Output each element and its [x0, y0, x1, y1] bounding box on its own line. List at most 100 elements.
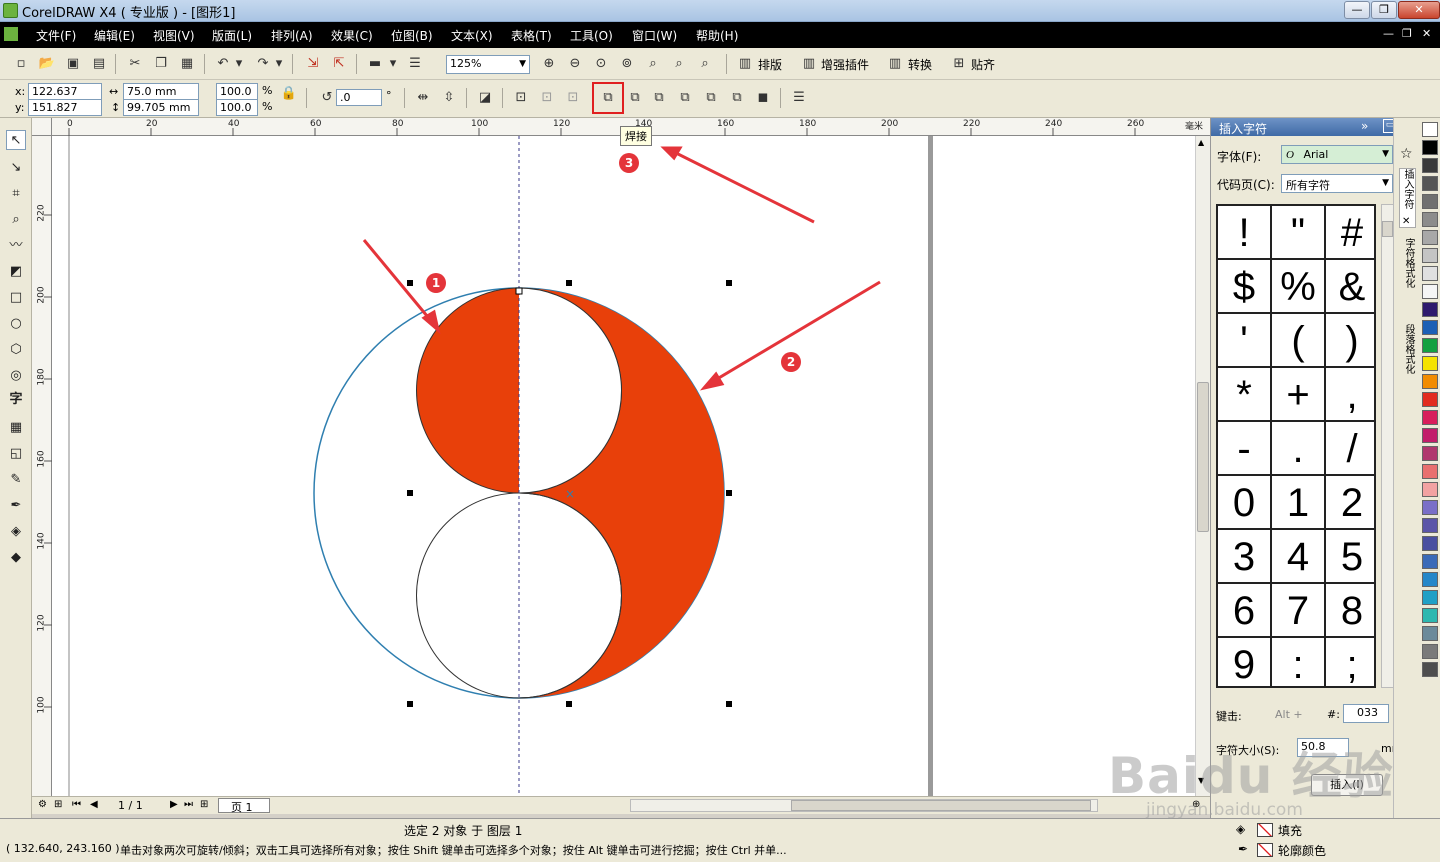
save-icon[interactable]: ▣ [64, 55, 82, 73]
group-icon[interactable]: ◪ [476, 89, 494, 107]
palette-swatch[interactable] [1422, 338, 1438, 353]
glyph-cell[interactable]: * [1218, 368, 1272, 422]
glyph-cell[interactable]: ; [1326, 638, 1374, 686]
zoom-height-icon[interactable]: ⌕ [696, 55, 714, 73]
layout-plugin-button[interactable]: 排版 [758, 56, 782, 73]
interactive-blend-icon[interactable]: ◱ [6, 444, 26, 464]
add-page-after-icon[interactable]: ⊞ [200, 799, 208, 810]
vertical-scrollbar[interactable]: ▲ ▼ [1195, 136, 1210, 796]
palette-swatch[interactable] [1422, 302, 1438, 317]
palette-swatch[interactable] [1422, 500, 1438, 515]
application-launcher-icon[interactable]: ▬ [366, 55, 384, 73]
palette-swatch[interactable] [1422, 194, 1438, 209]
glyph-cell[interactable]: & [1326, 260, 1374, 314]
object-width-field[interactable]: 75.0 mm [123, 83, 199, 100]
horizontal-scroll-thumb[interactable] [791, 800, 1091, 811]
palette-swatch[interactable] [1422, 230, 1438, 245]
glyph-cell[interactable]: ( [1272, 314, 1326, 368]
palette-swatch[interactable] [1422, 266, 1438, 281]
menu-window[interactable]: 窗口(W) [632, 27, 677, 44]
palette-swatch[interactable] [1422, 662, 1438, 677]
open-folder-icon[interactable]: 📂 [38, 55, 56, 73]
palette-swatch[interactable] [1422, 392, 1438, 407]
polygon-tool-icon[interactable]: ⬡ [6, 340, 26, 360]
rectangle-tool-icon[interactable]: □ [6, 288, 26, 308]
ruler-origin[interactable] [32, 118, 52, 136]
convert-plugin-button[interactable]: 转换 [908, 56, 932, 73]
last-page-icon[interactable]: ⏭ [184, 799, 193, 810]
glyph-cell[interactable]: - [1218, 422, 1272, 476]
palette-swatch[interactable] [1422, 518, 1438, 533]
palette-swatch[interactable] [1422, 320, 1438, 335]
zoom-tool-icon[interactable]: ⌕ [6, 210, 26, 230]
undo-icon[interactable]: ↶ [214, 55, 232, 73]
palette-swatch[interactable] [1422, 464, 1438, 479]
enhance-plugin-icon[interactable]: ▥ [800, 55, 818, 73]
zoom-selected-icon[interactable]: ⊙ [592, 55, 610, 73]
launcher-dropdown-icon[interactable]: ▾ [388, 55, 398, 73]
shape-tool-icon[interactable]: ↘ [6, 158, 26, 178]
break-apart-icon[interactable]: ⊡ [538, 89, 556, 107]
print-icon[interactable]: ▤ [90, 55, 108, 73]
next-page-icon[interactable]: ▶ [170, 799, 178, 810]
zoom-in-icon[interactable]: ⊕ [540, 55, 558, 73]
ellipse-tool-icon[interactable]: ○ [6, 314, 26, 334]
menu-help[interactable]: 帮助(H) [696, 27, 738, 44]
mdi-close-button[interactable]: ✕ [1422, 27, 1431, 40]
glyph-cell[interactable]: ) [1326, 314, 1374, 368]
combine-icon[interactable]: ⊡ [512, 89, 530, 107]
palette-swatch[interactable] [1422, 536, 1438, 551]
weld-button[interactable]: ⧉ [592, 82, 624, 114]
add-page-icon[interactable]: ⊞ [54, 799, 62, 810]
basic-shapes-icon[interactable]: ◎ [6, 366, 26, 386]
glyph-cell[interactable]: 3 [1218, 530, 1272, 584]
palette-swatch[interactable] [1422, 482, 1438, 497]
document-icon[interactable] [4, 27, 18, 41]
close-button[interactable]: ✕ [1398, 1, 1440, 19]
minimize-button[interactable]: — [1344, 1, 1370, 19]
zoom-width-icon[interactable]: ⌕ [670, 55, 688, 73]
tab-close-icon[interactable]: ✕ [1402, 216, 1410, 227]
docker-tab-character-formatting[interactable]: 字符格式化 [1399, 238, 1416, 318]
redo-dropdown-icon[interactable]: ▾ [274, 55, 284, 73]
favorite-star-icon[interactable]: ☆ [1400, 146, 1413, 162]
palette-swatch[interactable] [1422, 158, 1438, 173]
menu-layout[interactable]: 版面(L) [212, 27, 252, 44]
glyph-cell[interactable]: 8 [1326, 584, 1374, 638]
scroll-up-icon[interactable]: ▲ [1198, 138, 1204, 147]
snap-plugin-icon[interactable]: ⊞ [950, 55, 968, 73]
create-boundary-icon[interactable]: ◼ [754, 89, 772, 107]
mdi-restore-button[interactable]: ❐ [1402, 27, 1412, 40]
undo-dropdown-icon[interactable]: ▾ [234, 55, 244, 73]
menu-bitmaps[interactable]: 位图(B) [391, 27, 433, 44]
back-minus-front-icon[interactable]: ⧉ [728, 89, 746, 107]
glyph-cell[interactable]: " [1272, 206, 1326, 260]
object-height-field[interactable]: 99.705 mm [123, 99, 199, 116]
glyph-cell[interactable]: 7 [1272, 584, 1326, 638]
zoom-all-icon[interactable]: ⊚ [618, 55, 636, 73]
glyph-cell[interactable]: 6 [1218, 584, 1272, 638]
snap-plugin-button[interactable]: 贴齐 [971, 56, 995, 73]
glyph-cell[interactable]: 2 [1326, 476, 1374, 530]
glyph-cell[interactable]: ! [1218, 206, 1272, 260]
glyph-scroll-thumb[interactable] [1382, 221, 1393, 237]
palette-swatch[interactable] [1422, 608, 1438, 623]
enhance-plugin-button[interactable]: 增强插件 [821, 56, 869, 73]
trim-icon[interactable]: ⧉ [626, 89, 644, 107]
mirror-vertical-icon[interactable]: ⇳ [440, 89, 458, 107]
text-tool-icon[interactable]: 字 [6, 390, 26, 410]
table-tool-icon[interactable]: ▦ [6, 418, 26, 438]
smart-fill-icon[interactable]: ◩ [6, 262, 26, 282]
zoom-level-select[interactable]: 125% ▼ [446, 55, 530, 74]
menu-text[interactable]: 文本(X) [451, 27, 493, 44]
redo-icon[interactable]: ↷ [254, 55, 272, 73]
glyph-cell[interactable]: , [1326, 368, 1374, 422]
menu-tools[interactable]: 工具(O) [570, 27, 613, 44]
menu-edit[interactable]: 编辑(E) [94, 27, 135, 44]
scale-x-field[interactable]: 100.0 [216, 83, 258, 100]
palette-swatch[interactable] [1422, 248, 1438, 263]
glyph-cell[interactable]: # [1326, 206, 1374, 260]
interactive-fill-icon[interactable]: ◆ [6, 548, 26, 568]
first-page-icon[interactable]: ⏮ [72, 799, 81, 810]
horizontal-scrollbar[interactable] [630, 799, 1098, 812]
